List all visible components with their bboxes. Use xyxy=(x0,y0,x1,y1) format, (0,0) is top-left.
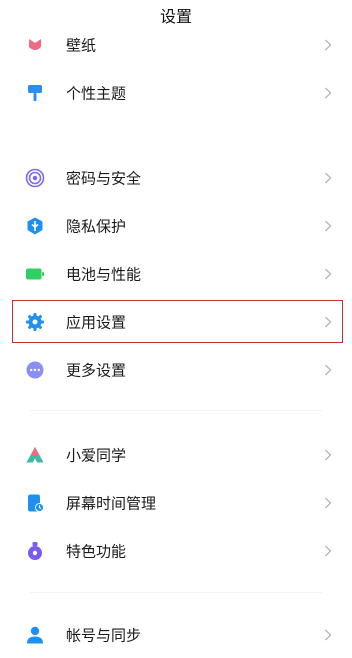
chevron-right-icon xyxy=(324,364,332,376)
fingerprint-icon xyxy=(25,168,45,188)
settings-item-battery[interactable]: 电池与性能 xyxy=(0,251,352,297)
settings-screen: 设置 壁纸 个性主题 密码与安全 隐私保护 电池与性能 应用设置 更多设置 小爱… xyxy=(0,0,352,658)
chevron-right-icon xyxy=(324,497,332,509)
chevron-right-icon xyxy=(324,268,332,280)
chevron-right-icon xyxy=(324,545,332,557)
section-divider xyxy=(30,592,322,593)
settings-item-app-settings[interactable]: 应用设置 xyxy=(0,299,352,345)
settings-item-more-settings[interactable]: 更多设置 xyxy=(0,347,352,393)
settings-item-label: 应用设置 xyxy=(66,313,127,332)
settings-item-xiaoai[interactable]: 小爱同学 xyxy=(0,432,352,478)
settings-item-label: 个性主题 xyxy=(66,84,127,103)
settings-item-label: 隐私保护 xyxy=(66,217,127,236)
chevron-right-icon xyxy=(324,449,332,461)
settings-item-label: 特色功能 xyxy=(66,542,127,561)
settings-item-themes[interactable]: 个性主题 xyxy=(0,70,352,116)
paint-brush-icon xyxy=(25,83,45,103)
settings-item-label: 小爱同学 xyxy=(66,446,127,465)
settings-item-label: 电池与性能 xyxy=(66,265,142,284)
settings-item-label: 壁纸 xyxy=(66,36,97,55)
privacy-shield-icon xyxy=(25,216,45,236)
chevron-right-icon xyxy=(324,629,332,641)
settings-item-privacy[interactable]: 隐私保护 xyxy=(0,203,352,249)
battery-icon xyxy=(25,264,45,284)
chevron-right-icon xyxy=(324,39,332,51)
settings-item-label: 密码与安全 xyxy=(66,169,142,188)
settings-item-label: 更多设置 xyxy=(66,361,127,380)
gear-icon xyxy=(25,312,45,332)
chevron-right-icon xyxy=(324,87,332,99)
more-icon xyxy=(25,360,45,380)
section-divider xyxy=(30,410,322,411)
screen-time-icon xyxy=(25,493,45,513)
chevron-right-icon xyxy=(324,316,332,328)
chevron-right-icon xyxy=(324,220,332,232)
account-icon xyxy=(25,625,45,645)
page-title: 设置 xyxy=(0,0,352,36)
settings-item-password-security[interactable]: 密码与安全 xyxy=(0,155,352,201)
settings-item-label: 帐号与同步 xyxy=(66,626,142,645)
wallpaper-icon xyxy=(25,35,45,55)
settings-item-label: 屏幕时间管理 xyxy=(66,494,157,513)
settings-item-account-sync[interactable]: 帐号与同步 xyxy=(0,612,352,658)
chevron-right-icon xyxy=(324,172,332,184)
xiaoai-icon xyxy=(25,445,45,465)
settings-item-special-features[interactable]: 特色功能 xyxy=(0,528,352,574)
special-features-icon xyxy=(25,541,45,561)
settings-item-screen-time[interactable]: 屏幕时间管理 xyxy=(0,480,352,526)
